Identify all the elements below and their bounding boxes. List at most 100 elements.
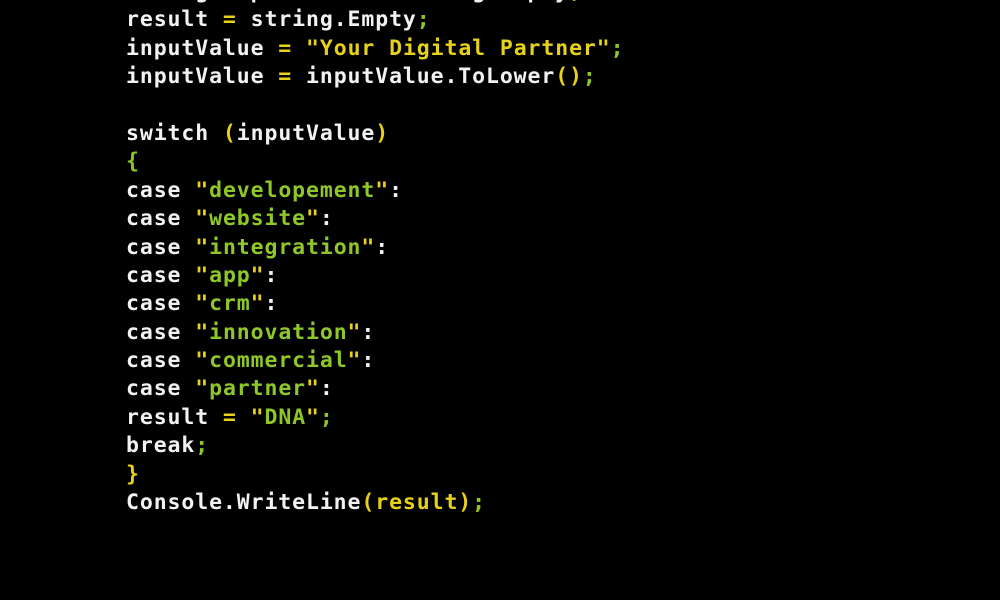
token-plain: string.Empty <box>236 7 417 33</box>
line-case-commercial[interactable]: case "commercial": <box>126 347 624 375</box>
token-str-green: commercial <box>209 348 348 374</box>
token-punc: ( <box>361 490 376 516</box>
token-op: = <box>222 7 237 33</box>
line-switch-open-brace[interactable]: { <box>126 148 624 176</box>
token-str-green: app <box>209 262 251 288</box>
token-plain: case <box>126 262 196 288</box>
token-quote: " <box>347 319 362 345</box>
token-plain: case <box>126 234 196 260</box>
token-plain: : <box>389 177 403 203</box>
token-quote: " <box>250 262 265 288</box>
token-op: = <box>278 64 293 90</box>
token-quote: " <box>195 348 210 374</box>
token-plain: : <box>264 262 279 288</box>
token-quote: " <box>306 35 320 61</box>
line-break[interactable]: break; <box>126 432 624 460</box>
line-assign-literal[interactable]: inputValue = "Your Digital Partner"; <box>126 35 624 63</box>
token-punc: () <box>555 64 583 90</box>
token-op: = <box>278 35 293 61</box>
token-semi: ; <box>569 0 583 4</box>
token-plain: inputValue <box>126 64 279 90</box>
token-plain: case <box>126 206 196 232</box>
token-str-green: partner <box>209 376 307 402</box>
line-console-writeline[interactable]: Console.WriteLine(result); <box>126 489 624 517</box>
token-plain: : <box>319 206 334 232</box>
line-case-crm[interactable]: case "crm": <box>126 290 624 318</box>
token-quote: " <box>195 319 210 345</box>
line-result-dna[interactable]: result = "DNA"; <box>126 404 624 432</box>
line-tolower[interactable]: inputValue = inputValue.ToLower(); <box>126 63 624 91</box>
token-quote: " <box>306 404 320 430</box>
token-plain: result <box>126 7 223 33</box>
token-semi: ; <box>472 490 487 516</box>
token-plain: break <box>126 433 196 459</box>
token-plain: inputValue <box>236 120 376 146</box>
line-case-integration[interactable]: case "integration": <box>126 234 624 262</box>
token-brace-open: { <box>126 149 140 175</box>
token-plain: : <box>319 376 334 402</box>
token-plain: string inputValue <box>126 0 375 4</box>
token-str-green: crm <box>209 291 251 317</box>
token-op: = <box>222 404 237 430</box>
token-semi: ; <box>319 404 334 430</box>
token-plain: switch <box>126 120 223 146</box>
token-plain: case <box>126 348 196 374</box>
token-quote: " <box>361 234 376 260</box>
token-brace-close: } <box>126 461 140 487</box>
token-plain: inputValue <box>126 35 279 61</box>
code-block: string inputValue = string.Empty;result … <box>126 0 624 517</box>
line-declare-result[interactable]: result = string.Empty; <box>126 6 624 34</box>
token-quote: " <box>195 376 210 402</box>
token-plain: : <box>361 319 376 345</box>
token-plain: : <box>375 234 390 260</box>
line-switch-close-brace[interactable]: } <box>126 461 624 489</box>
line-case-innovation[interactable]: case "innovation": <box>126 319 624 347</box>
line-case-partner[interactable]: case "partner": <box>126 375 624 403</box>
token-plain: inputValue.ToLower <box>292 64 556 90</box>
token-plain: case <box>126 177 196 203</box>
token-plain: : <box>264 291 279 317</box>
token-quote: " <box>306 206 320 232</box>
token-quote: " <box>306 376 320 402</box>
token-quote: " <box>195 206 210 232</box>
token-quote: " <box>347 348 362 374</box>
token-plain: case <box>126 319 196 345</box>
token-str-green: developement <box>209 177 376 203</box>
token-plain: : <box>361 348 376 374</box>
code-editor-surface: string inputValue = string.Empty;result … <box>0 0 1000 600</box>
line-blank-1[interactable] <box>126 92 624 120</box>
token-plain: case <box>126 291 196 317</box>
token-quote: " <box>195 234 210 260</box>
token-plain: string.Empty <box>389 0 569 4</box>
token-quote: " <box>250 291 265 317</box>
token-quote: " <box>375 177 390 203</box>
token-semi: ; <box>416 7 431 33</box>
token-plain: case <box>126 376 196 402</box>
token-op: = <box>375 0 389 4</box>
token-semi: ; <box>610 35 625 61</box>
line-case-developement[interactable]: case "developement": <box>126 177 624 205</box>
token-punc: ( <box>222 120 237 146</box>
token-str-green: DNA <box>264 404 307 430</box>
token-ident-arg: result <box>375 490 459 516</box>
token-quote: " <box>596 35 611 61</box>
token-str-gold: Your Digital Partner <box>319 35 597 61</box>
token-quote: " <box>250 404 265 430</box>
token-semi: ; <box>195 433 210 459</box>
line-case-website[interactable]: case "website": <box>126 205 624 233</box>
token-quote: " <box>195 177 210 203</box>
token-quote: " <box>195 291 210 317</box>
token-plain: Console.WriteLine <box>126 490 362 516</box>
token-str-green: integration <box>209 234 362 260</box>
line-case-app[interactable]: case "app": <box>126 262 624 290</box>
token-str-green: innovation <box>209 319 348 345</box>
token-plain: result <box>126 404 223 430</box>
line-switch[interactable]: switch (inputValue) <box>126 120 624 148</box>
token-quote: " <box>195 262 210 288</box>
token-punc: ) <box>375 120 390 146</box>
token-semi: ; <box>582 64 597 90</box>
token-punc: ) <box>458 490 473 516</box>
token-str-green: website <box>209 206 307 232</box>
